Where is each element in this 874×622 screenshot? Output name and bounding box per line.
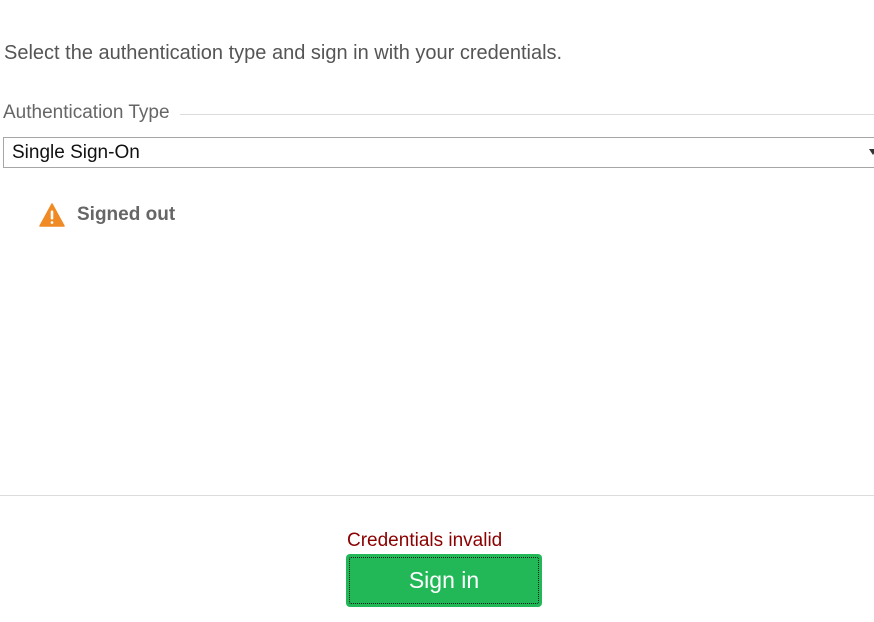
auth-type-select[interactable]: Single Sign-On — [3, 137, 874, 168]
warning-icon — [39, 203, 65, 227]
auth-type-selected-value: Single Sign-On — [12, 142, 140, 163]
error-message: Credentials invalid — [347, 530, 503, 551]
instruction-text: Select the authentication type and sign … — [4, 42, 563, 64]
chevron-down-icon[interactable] — [869, 149, 874, 155]
auth-type-label: Authentication Type — [3, 102, 178, 124]
sign-in-button[interactable]: Sign in — [346, 554, 542, 607]
legend-divider — [180, 114, 874, 115]
sign-in-page: Select the authentication type and sign … — [0, 0, 874, 622]
footer-divider — [0, 495, 874, 496]
status-text: Signed out — [77, 204, 176, 225]
sign-in-button-label: Sign in — [408, 567, 480, 593]
